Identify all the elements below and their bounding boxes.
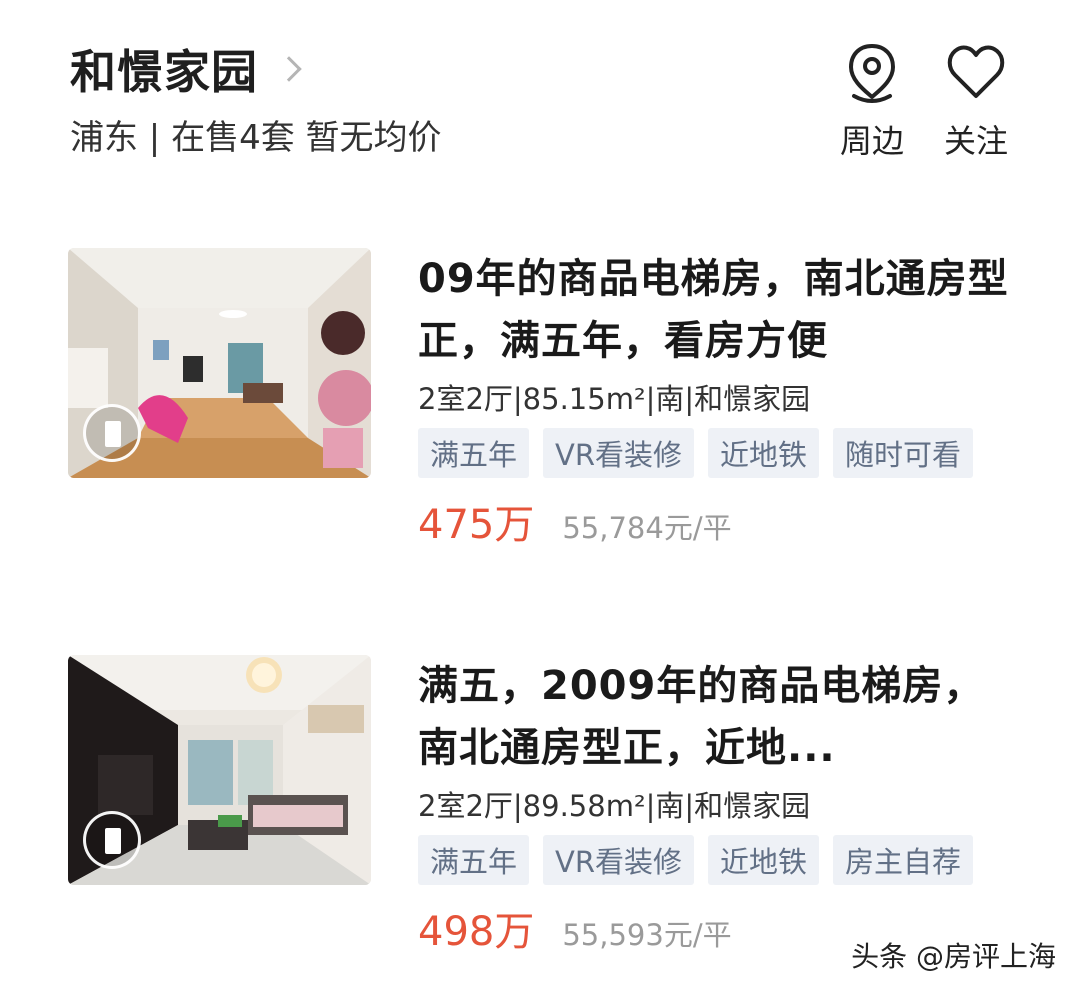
listing-photo[interactable] xyxy=(68,655,371,885)
total-price: 475万 xyxy=(418,502,535,548)
total-price: 498万 xyxy=(418,909,535,955)
tag: 满五年 xyxy=(418,835,530,885)
tag: 近地铁 xyxy=(708,835,820,885)
nearby-button[interactable]: 周边 xyxy=(832,42,912,162)
community-header: 和憬家园 浦东 | 在售4套 暂无均价 周边 关注 xyxy=(70,36,1030,166)
listing-title[interactable]: 满五，2009年的商品电梯房，南北通房型正，近地... xyxy=(418,655,1018,779)
listing-info: 09年的商品电梯房，南北通房型正，满五年，看房方便 2室2厅|85.15m²|南… xyxy=(418,248,1038,550)
unit-price: 55,593元/平 xyxy=(562,918,732,952)
listing-card[interactable]: 09年的商品电梯房，南北通房型正，满五年，看房方便 2室2厅|85.15m²|南… xyxy=(68,248,1028,548)
listing-info: 满五，2009年的商品电梯房，南北通房型正，近地... 2室2厅|89.58m²… xyxy=(418,655,1038,957)
community-name[interactable]: 和憬家园 xyxy=(70,36,258,102)
chevron-right-icon xyxy=(276,56,302,82)
vr-play-icon[interactable] xyxy=(83,404,141,462)
location-pin-icon xyxy=(832,42,912,106)
follow-label: 关注 xyxy=(943,122,1008,160)
listing-title[interactable]: 09年的商品电梯房，南北通房型正，满五年，看房方便 xyxy=(418,248,1018,372)
vr-play-icon[interactable] xyxy=(83,811,141,869)
listing-meta: 2室2厅|85.15m²|南|和憬家园 xyxy=(418,382,811,416)
tag: 房主自荐 xyxy=(833,835,974,885)
tag: 随时可看 xyxy=(833,428,974,478)
listing-tags: 满五年 VR看装修 近地铁 房主自荐 xyxy=(418,835,1038,885)
listing-card[interactable]: 满五，2009年的商品电梯房，南北通房型正，近地... 2室2厅|89.58m²… xyxy=(68,655,1028,955)
listing-tags: 满五年 VR看装修 近地铁 随时可看 xyxy=(418,428,1038,478)
watermark: 头条 @房评上海 xyxy=(851,940,1056,973)
tag: VR看装修 xyxy=(543,428,695,478)
unit-price: 55,784元/平 xyxy=(562,511,732,545)
community-subtitle: 浦东 | 在售4套 暂无均价 xyxy=(70,118,442,158)
follow-button[interactable]: 关注 xyxy=(936,42,1016,162)
price-row: 475万 55,784元/平 xyxy=(418,492,1038,550)
listing-photo[interactable] xyxy=(68,248,371,478)
tag: 满五年 xyxy=(418,428,530,478)
nearby-label: 周边 xyxy=(839,122,904,160)
tag: 近地铁 xyxy=(708,428,820,478)
tag: VR看装修 xyxy=(543,835,695,885)
listing-meta: 2室2厅|89.58m²|南|和憬家园 xyxy=(418,789,811,823)
community-title-link[interactable]: 和憬家园 xyxy=(70,36,302,102)
heart-icon xyxy=(936,42,1016,106)
